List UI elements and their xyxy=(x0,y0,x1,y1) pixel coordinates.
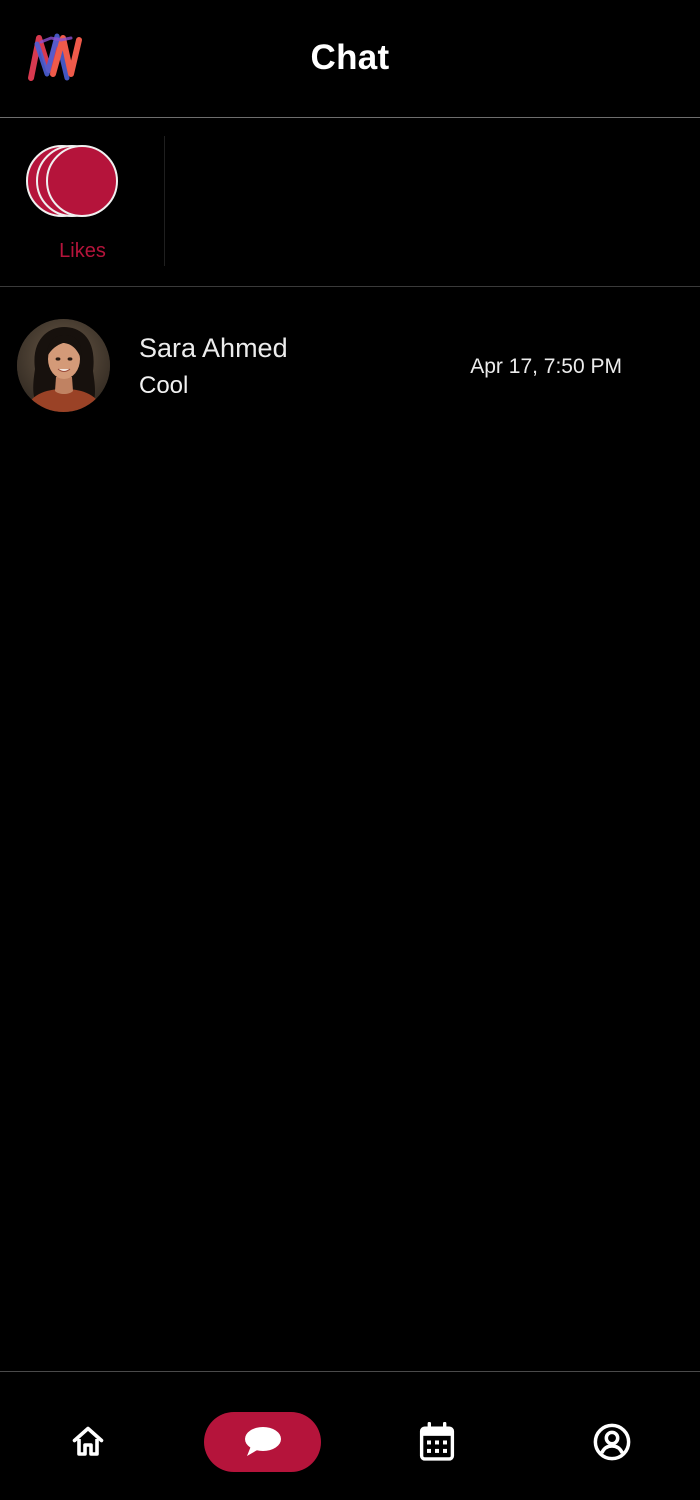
top-bar: Chat xyxy=(0,0,700,118)
likes-strip: Likes xyxy=(0,118,700,287)
chat-row-sara-ahmed[interactable]: Sara Ahmed Cool Apr 17, 7:50 PM xyxy=(0,288,700,444)
chat-list: Sara Ahmed Cool Apr 17, 7:50 PM xyxy=(0,288,700,444)
likes-label: Likes xyxy=(59,240,106,262)
likes-divider xyxy=(164,136,165,266)
calendar-icon xyxy=(419,1422,455,1461)
user-circle-icon xyxy=(593,1423,631,1461)
page-title: Chat xyxy=(310,38,390,77)
nav-chat-button[interactable] xyxy=(204,1412,321,1472)
nav-profile-button[interactable] xyxy=(582,1412,642,1472)
app-root: Chat Likes Sara Ahmed Cool Apr 17, 7:50 … xyxy=(0,0,700,1500)
home-icon xyxy=(72,1426,104,1456)
last-message: Cool xyxy=(139,372,189,399)
contact-name: Sara Ahmed xyxy=(139,333,288,363)
nav-calendar-button[interactable] xyxy=(407,1412,467,1472)
avatar xyxy=(17,319,110,412)
stacked-circles-icon xyxy=(26,144,122,220)
nav-home-button[interactable] xyxy=(58,1412,118,1472)
message-timestamp: Apr 17, 7:50 PM xyxy=(470,355,622,378)
bottom-nav xyxy=(0,1371,700,1500)
likes-button[interactable]: Likes xyxy=(0,118,165,268)
chat-bubble-icon xyxy=(244,1427,281,1456)
